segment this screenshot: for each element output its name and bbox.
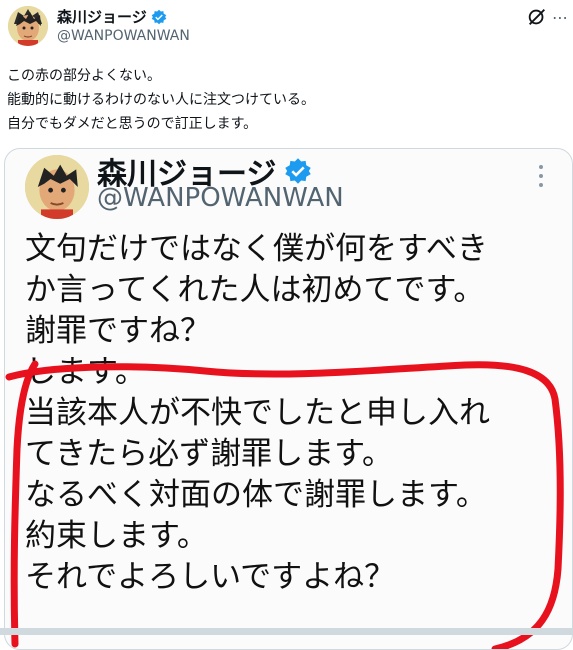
attached-image[interactable]: 森川ジョージ @WANPOWANWAN 文句だけではなく僕が何をすべき か言って…: [4, 148, 573, 650]
grok-icon[interactable]: [526, 6, 548, 28]
quoted-avatar: [25, 155, 89, 219]
tweet-header: 森川ジョージ @WANPOWANWAN ⋯: [0, 0, 573, 60]
avatar[interactable]: [8, 6, 48, 46]
divider: [0, 628, 573, 635]
author-name-row: 森川ジョージ: [57, 6, 167, 27]
tweet-line: 能動的に動けるわけのない人に注文つけている。: [7, 92, 315, 108]
quoted-line: なるべく対面の体で謝罪します。: [25, 477, 487, 513]
quoted-author-handle: @WANPOWANWAN: [97, 183, 344, 213]
verified-badge-icon: [151, 9, 166, 24]
tweet-text: この赤の部分よくない。 能動的に動けるわけのない人に注文つけている。 自分でもダ…: [7, 64, 315, 136]
quoted-text: 文句だけではなく僕が何をすべき か言ってくれた人は初めてです。 謝罪ですね？ し…: [25, 229, 490, 598]
quoted-line: 文句だけではなく僕が何をすべき: [25, 231, 488, 267]
quoted-line: 謝罪ですね？: [25, 313, 211, 349]
quoted-line: それでよろしいですよね？: [25, 559, 396, 595]
more-icon[interactable]: ⋯: [552, 8, 569, 27]
quoted-line: します。: [25, 354, 146, 390]
tweet-line: この赤の部分よくない。: [7, 68, 161, 84]
more-icon: [539, 165, 543, 187]
tweet-line: 自分でもダメだと思うので訂正します。: [7, 116, 258, 132]
quoted-line: か言ってくれた人は初めてです。: [25, 272, 485, 308]
author-name[interactable]: 森川ジョージ: [57, 6, 147, 27]
verified-badge-icon: [285, 158, 312, 184]
quoted-line: 当該本人が不快でしたと申し入れ: [25, 395, 490, 431]
author-handle[interactable]: @WANPOWANWAN: [57, 28, 190, 44]
quoted-line: 約束します。: [25, 518, 208, 554]
quoted-line: てきたら必ず謝罪します。: [25, 436, 393, 472]
